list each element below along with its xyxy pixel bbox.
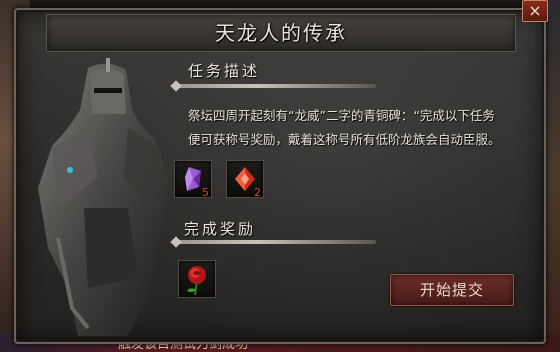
task-description-line2: 便可获称号奖励，戴着这称号所有低阶龙族会自动臣服。	[188, 132, 501, 147]
reward-item-slot[interactable]	[178, 260, 216, 298]
dialog-title: 天龙人的传承	[215, 21, 347, 45]
knight-portrait	[38, 58, 168, 337]
item-count: 5	[202, 186, 209, 199]
quest-dialog: 天龙人的传承 任务描述 祭坛四周开起刻有“龙威”二字的青铜碑：“完成以下任务 便…	[14, 8, 546, 344]
title-bar: 天龙人的传承	[46, 14, 516, 52]
task-divider	[176, 84, 376, 88]
close-button[interactable]: ×	[522, 0, 548, 22]
red-rose-icon	[187, 266, 206, 296]
required-item-slot[interactable]: 2	[226, 160, 264, 199]
task-description: 祭坛四周开起刻有“龙威”二字的青铜碑：“完成以下任务 便可获称号奖励，戴着这称号…	[188, 104, 538, 152]
reward-divider	[176, 240, 376, 244]
item-count: 2	[254, 186, 261, 199]
required-item-slot[interactable]: 5	[174, 160, 212, 199]
start-submit-button[interactable]: 开始提交	[390, 274, 514, 306]
task-heading: 任务描述	[188, 62, 261, 80]
reward-heading: 完成奖励	[184, 220, 257, 238]
task-description-line1: 祭坛四周开起刻有“龙威”二字的青铜碑：“完成以下任务	[188, 108, 495, 123]
